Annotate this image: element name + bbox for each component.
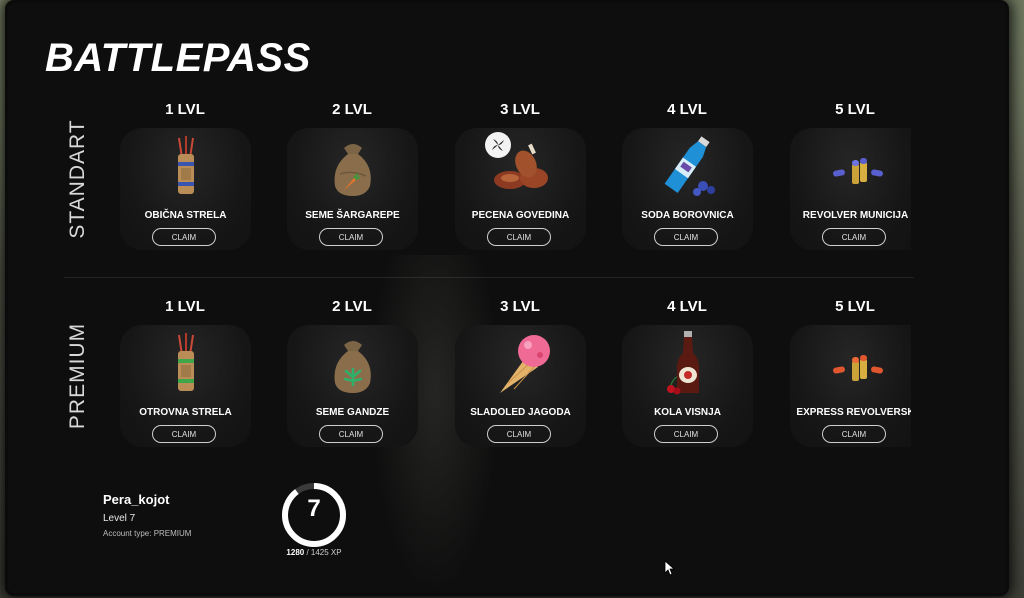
level-label: 5 LVL <box>835 298 875 315</box>
reward-name: SEME GANDZE <box>315 407 390 418</box>
level-label: 4 LVL <box>667 101 707 118</box>
row-divider <box>64 277 914 278</box>
claim-button[interactable]: CLAIM <box>654 228 718 246</box>
current-level-number: 7 <box>307 495 321 522</box>
carrot-seed-bag-icon <box>334 144 371 196</box>
claim-button[interactable]: CLAIM <box>319 425 383 443</box>
express-revolver-ammo-icon <box>833 355 883 381</box>
reward-name: REVOLVER MUNICIJA <box>802 210 909 221</box>
roast-meat-icon <box>494 143 548 189</box>
level-label: 2 LVL <box>332 298 372 315</box>
reward-card: SLADOLED JAGODA CLAIM <box>455 325 586 447</box>
reward-card: EXPRESS REVOLVERSK CLAIM <box>790 325 911 447</box>
reward-name: OBIČNA STRELA <box>144 210 227 221</box>
level-label: 4 LVL <box>667 298 707 315</box>
mouse-cursor-icon <box>664 560 676 576</box>
player-name: Pera_kojot <box>103 492 170 507</box>
claim-button[interactable]: CLAIM <box>487 425 551 443</box>
row-label-standart: STANDART <box>66 119 89 239</box>
reward-name: EXPRESS REVOLVERSK <box>796 407 911 418</box>
reward-name: SLADOLED JAGODA <box>470 407 571 418</box>
cherry-cola-icon <box>667 331 699 395</box>
claim-button[interactable]: CLAIM <box>152 425 216 443</box>
arrow-quiver-icon <box>178 136 194 194</box>
reward-card: SODA BOROVNICA CLAIM <box>622 128 753 250</box>
level-label: 3 LVL <box>500 298 540 315</box>
level-label: 2 LVL <box>332 101 372 118</box>
reward-name: KOLA VISNJA <box>654 407 721 418</box>
level-label: 1 LVL <box>165 298 205 315</box>
xp-total: / 1425 XP <box>304 548 342 557</box>
xp-readout: 1280 / 1425 XP <box>264 548 364 557</box>
claim-button[interactable]: CLAIM <box>654 425 718 443</box>
claim-button[interactable]: CLAIM <box>822 425 886 443</box>
strawberry-ice-cream-icon <box>500 335 550 393</box>
reward-name: OTROVNA STRELA <box>139 407 232 418</box>
reward-name: SEME ŠARGAREPE <box>305 210 400 221</box>
reward-card: SEME ŠARGAREPE CLAIM <box>287 128 418 250</box>
reward-name: PECENA GOVEDINA <box>471 210 570 221</box>
page-title: BATTLEPASS <box>45 36 311 80</box>
level-label: 1 LVL <box>165 101 205 118</box>
xp-current: 1280 <box>286 548 305 557</box>
claim-button[interactable]: CLAIM <box>487 228 551 246</box>
row-label-premium: PREMIUM <box>66 322 89 430</box>
reward-card: REVOLVER MUNICIJA CLAIM <box>790 128 911 250</box>
reward-card: OTROVNA STRELA CLAIM <box>120 325 251 447</box>
account-type: Account type: PREMIUM <box>103 529 192 538</box>
reward-card: SEME GANDZE CLAIM <box>287 325 418 447</box>
level-label: 3 LVL <box>500 101 540 118</box>
revolver-ammo-icon <box>833 158 883 184</box>
poison-arrow-quiver-icon <box>178 333 194 391</box>
level-label: 5 LVL <box>835 101 875 118</box>
reward-card: OBIČNA STRELA CLAIM <box>120 128 251 250</box>
player-level: Level 7 <box>103 513 136 524</box>
reward-card: KOLA VISNJA CLAIM <box>622 325 753 447</box>
reward-card: PECENA GOVEDINA CLAIM <box>455 128 586 250</box>
claim-button[interactable]: CLAIM <box>319 228 383 246</box>
reward-name: SODA BOROVNICA <box>641 210 734 221</box>
claim-button[interactable]: CLAIM <box>152 228 216 246</box>
blueberry-soda-icon <box>664 136 715 196</box>
cannabis-seed-bag-icon <box>334 341 371 393</box>
claim-button[interactable]: CLAIM <box>822 228 886 246</box>
